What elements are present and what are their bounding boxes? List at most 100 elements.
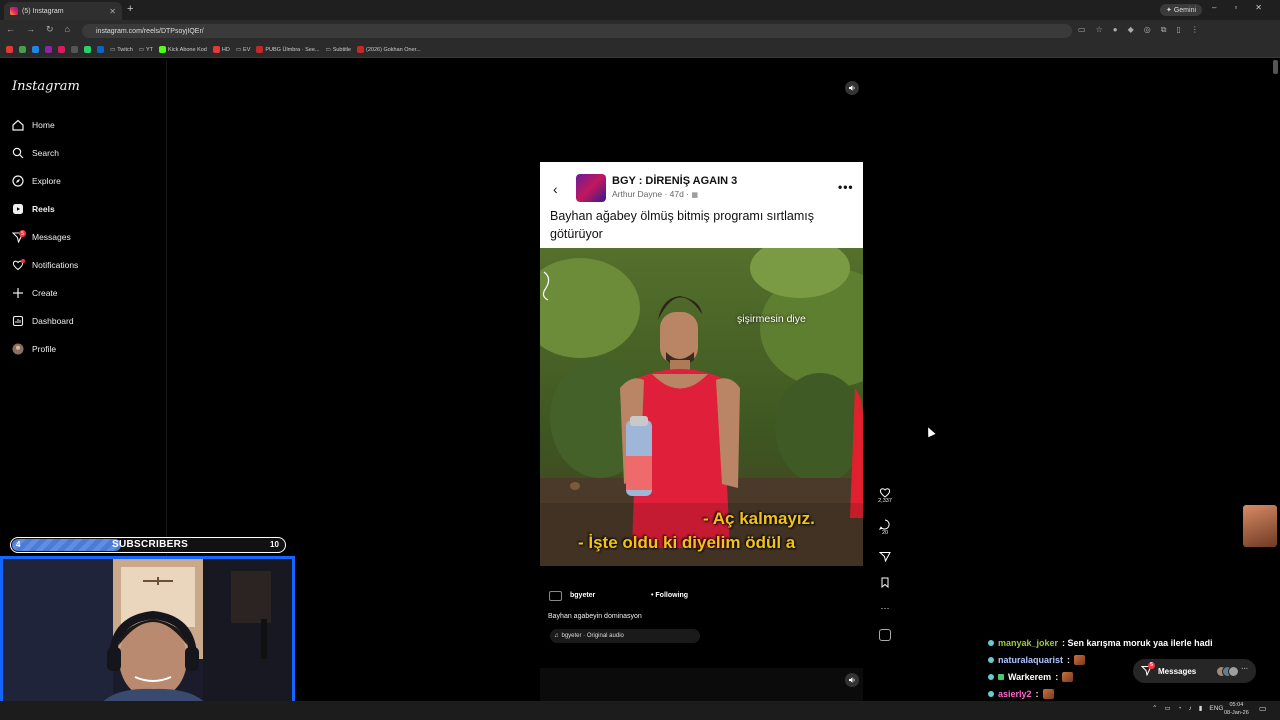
whatsapp-icon[interactable] (84, 46, 91, 53)
wifi-icon[interactable]: ◔ (1178, 705, 1182, 712)
forward-icon[interactable]: → (26, 24, 35, 35)
audio-label: bgyeter · Original audio (561, 633, 624, 639)
bookmark-icon (212, 46, 220, 53)
messages-pill[interactable]: 5 Messages ··· (1133, 659, 1256, 683)
stream-emote-overlay (1243, 505, 1277, 547)
bookmark-label: (2026) Gokhan Oner... (366, 46, 421, 53)
sidebar-item-notifications[interactable]: Notifications (12, 255, 78, 275)
browser-tab[interactable]: (5) Instagram ✕ (4, 2, 122, 20)
like-button[interactable]: 2,337 (876, 487, 894, 504)
following-button[interactable]: • Following (651, 592, 688, 599)
sidebar-item-profile[interactable]: Profile (12, 339, 56, 359)
sidebar-item-label: Messages (32, 232, 71, 242)
language-indicator[interactable]: ENG (1209, 705, 1223, 712)
sidebar-item-dashboard[interactable]: Dashboard (12, 311, 74, 331)
sidebar-item-messages[interactable]: 5 Messages (12, 227, 71, 247)
dashboard-icon (12, 315, 24, 327)
bookmark-ev[interactable]: ▭ EV (236, 47, 251, 53)
x-bookmark-icon[interactable] (71, 46, 78, 53)
sidebar-item-home[interactable]: Home (12, 115, 55, 135)
notification-center-icon[interactable]: ▭ (1259, 704, 1267, 713)
maximize-icon[interactable]: ▫ (1234, 3, 1237, 12)
bookmark-icon[interactable] (19, 46, 26, 53)
sidebar-item-label: Create (32, 288, 58, 298)
instagram-logo[interactable]: Instagram (12, 79, 80, 94)
chevron-up-icon[interactable]: ⌃ (1152, 704, 1157, 712)
plus-icon (12, 287, 24, 299)
folder-icon: ▭ (325, 46, 331, 53)
tab-title: (5) Instagram (22, 7, 64, 15)
taskbar-clock[interactable]: 05:04 08-Jan-26 (1224, 701, 1249, 717)
sidebar-item-reels[interactable]: Reels (12, 199, 55, 219)
extension-icon[interactable]: ● (1113, 25, 1118, 35)
close-tab-icon[interactable]: ✕ (109, 7, 116, 16)
comment-icon (879, 519, 890, 530)
window-controls: – ▫ ✕ (1212, 3, 1262, 12)
home-browser-icon[interactable]: ⌂ (65, 24, 70, 35)
bookmark-twitch[interactable]: ▭ Twitch (110, 47, 133, 53)
save-button[interactable] (876, 577, 894, 588)
bookmark-hd[interactable]: HD (212, 46, 230, 53)
share-button[interactable] (876, 551, 894, 562)
bookmark-kick[interactable]: Kick Abone Kod (159, 46, 207, 53)
reel-author[interactable]: bgyeter (570, 592, 595, 599)
bookmark-subtitle[interactable]: ▭ Subtitle (325, 47, 351, 53)
chat-username: asierly2 (998, 689, 1032, 699)
sidepanel-icon[interactable]: ▯ (1176, 25, 1180, 35)
heart-icon (12, 259, 25, 271)
mute-button[interactable] (845, 81, 859, 95)
linkedin-icon[interactable] (97, 46, 104, 53)
bookmark-icon[interactable] (32, 46, 39, 53)
mute-button[interactable] (845, 673, 859, 687)
battery-icon[interactable]: ▮ (1199, 704, 1203, 712)
url-text: instagram.com/reels/DTPsoyjIQEr/ (96, 27, 204, 35)
url-field[interactable]: instagram.com/reels/DTPsoyjIQEr/ (82, 24, 1072, 38)
page-scrollbar[interactable] (1273, 60, 1278, 74)
network-icon[interactable]: ▭ (1164, 704, 1170, 712)
minimize-icon[interactable]: – (1212, 3, 1216, 12)
extension-icon[interactable]: ◎ (1144, 25, 1151, 35)
menu-icon[interactable]: ⋮ (1191, 25, 1199, 35)
back-icon[interactable]: ← (6, 24, 15, 35)
star-icon[interactable]: ☆ (1096, 25, 1103, 35)
more-button[interactable]: ··· (876, 603, 894, 613)
avatar-icon (12, 343, 24, 355)
sidebar-item-explore[interactable]: Explore (12, 171, 61, 191)
audio-thumbnail-button[interactable] (876, 629, 894, 641)
chat-text: : (1035, 689, 1039, 699)
extension-icon[interactable]: ◆ (1128, 25, 1134, 35)
message-avatars: ··· (1216, 665, 1248, 677)
install-icon[interactable]: ▭ (1078, 25, 1086, 35)
folder-icon: ▭ (110, 46, 116, 53)
webcam-illustration (3, 559, 292, 717)
audio-pill[interactable]: ♫ bgyeter · Original audio (550, 629, 700, 643)
author-avatar-icon[interactable] (549, 591, 562, 601)
chat-badge-icon (988, 674, 994, 680)
sidebar-item-label: Profile (32, 344, 57, 354)
bookmark-label: YT (146, 46, 154, 53)
reels-icon (12, 203, 24, 215)
system-tray: ⌃ ▭ ◔ ♪ ▮ ENG (1152, 704, 1223, 713)
bookmark-gokhan[interactable]: (2026) Gokhan Oner... (357, 46, 421, 53)
comment-button[interactable]: 20 (876, 519, 894, 536)
reel-top-area (540, 77, 863, 162)
bookmarks-bar: ▭ Twitch ▭ YT Kick Abone Kod HD ▭ EV PUBG Ü… (0, 42, 1280, 58)
new-tab-button[interactable]: + (127, 3, 133, 15)
bookmark-icon[interactable] (6, 46, 13, 53)
post-caption: Bayhan ağabey ölmüş bitmiş programı sırt… (550, 209, 814, 241)
volume-icon[interactable]: ♪ (1189, 705, 1192, 712)
reload-icon[interactable]: ↻ (46, 24, 54, 35)
sidebar-item-create[interactable]: Create (12, 283, 58, 303)
gemini-button[interactable]: ✦ Gemini (1160, 4, 1202, 16)
puzzle-icon[interactable]: ⧉ (1161, 25, 1167, 35)
bookmark-yt[interactable]: ▭ YT (139, 47, 153, 53)
chat-text: : (1067, 655, 1071, 665)
bookmark-pubg[interactable]: PUBG Ülmbra · See... (256, 46, 319, 53)
bookmark-icon[interactable] (45, 46, 52, 53)
sidebar-item-search[interactable]: Search (12, 143, 59, 163)
close-window-icon[interactable]: ✕ (1255, 3, 1262, 12)
bookmark-label: Subtitle (332, 46, 352, 53)
chat-text: : (1055, 672, 1059, 682)
gemini-label: Gemini (1173, 6, 1197, 14)
bookmark-icon[interactable] (58, 46, 65, 53)
